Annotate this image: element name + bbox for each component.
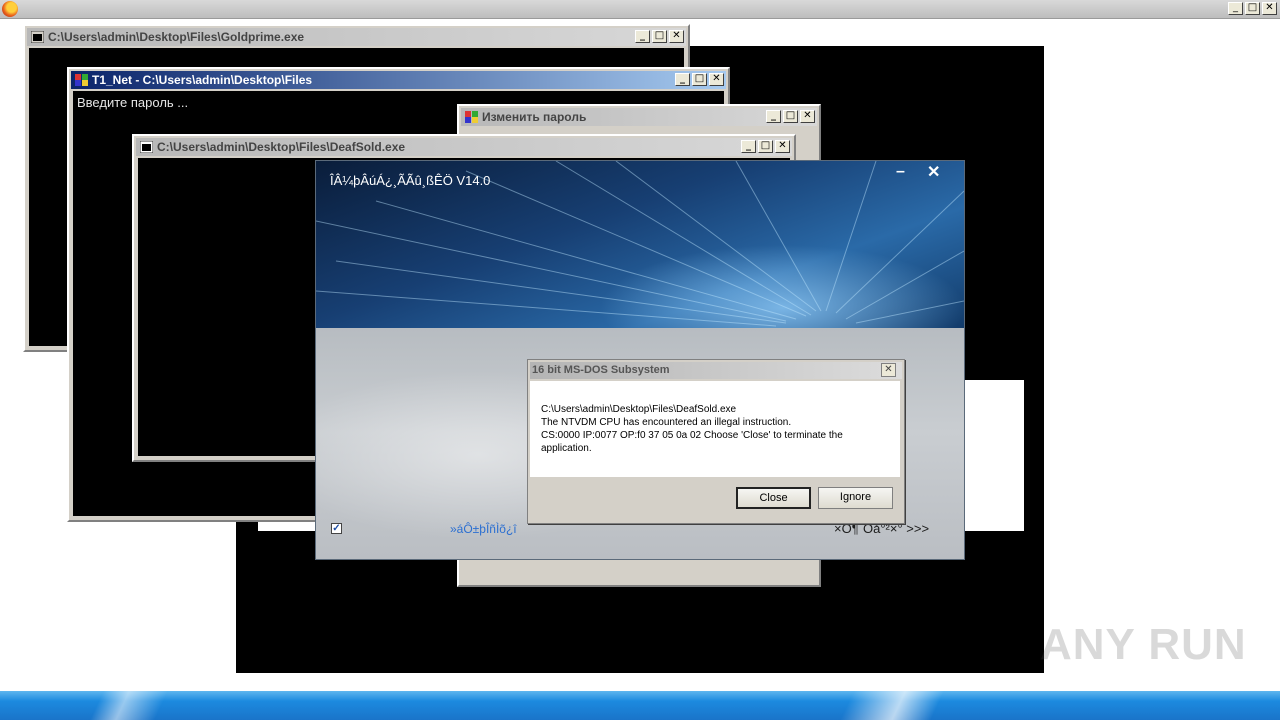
close-button[interactable]: ✕ xyxy=(709,73,724,86)
change-password-titlebar[interactable]: Изменить пароль _ □ ✕ xyxy=(461,108,817,126)
maximize-button[interactable]: □ xyxy=(692,73,707,86)
close-button[interactable]: Close xyxy=(736,487,811,509)
message-line: CS:0000 IP:0077 OP:f0 37 05 0a 02 Choose… xyxy=(541,430,843,454)
maximize-button[interactable]: □ xyxy=(652,30,667,43)
minimize-button[interactable]: _ xyxy=(741,140,756,153)
dialog-titlebar[interactable]: 16 bit MS-DOS Subsystem xyxy=(530,362,902,379)
dialog-message: C:\Users\admin\Desktop\Files\DeafSold.ex… xyxy=(541,403,886,455)
minimize-button[interactable]: _ xyxy=(766,110,781,123)
console-icon xyxy=(31,31,44,43)
maximize-button[interactable]: □ xyxy=(1245,2,1260,15)
close-button[interactable]: ✕ xyxy=(775,140,790,153)
anyrun-watermark: ANY RUN xyxy=(1040,612,1246,669)
goldprime-title: C:\Users\admin\Desktop\Files\Goldprime.e… xyxy=(48,30,305,44)
taskbar-shine xyxy=(0,691,1280,720)
message-line: C:\Users\admin\Desktop\Files\DeafSold.ex… xyxy=(541,404,737,415)
password-prompt: Введите пароль ... xyxy=(77,95,189,110)
app-icon xyxy=(465,111,478,123)
close-button[interactable]: ✕ xyxy=(669,30,684,43)
goldprime-titlebar[interactable]: C:\Users\admin\Desktop\Files\Goldprime.e… xyxy=(27,28,686,46)
taskbar xyxy=(0,691,1280,720)
installer-minimize-button[interactable]: – xyxy=(896,163,905,181)
minimize-button[interactable]: _ xyxy=(675,73,690,86)
maximize-button[interactable]: □ xyxy=(783,110,798,123)
watermark-text: ANY RUN xyxy=(1040,620,1247,669)
ignore-button[interactable]: Ignore xyxy=(818,487,893,509)
dos-icon xyxy=(140,141,153,153)
ntvdm-error-dialog[interactable]: 16 bit MS-DOS Subsystem ✕ C:\Users\admin… xyxy=(527,359,905,524)
firefox-icon[interactable] xyxy=(2,1,18,17)
deafsold-titlebar[interactable]: C:\Users\admin\Desktop\Files\DeafSold.ex… xyxy=(136,138,792,156)
message-line: The NTVDM CPU has encountered an illegal… xyxy=(541,417,792,428)
minimize-button[interactable]: _ xyxy=(635,30,650,43)
close-button[interactable]: ✕ xyxy=(800,110,815,123)
installer-close-button[interactable]: ✕ xyxy=(927,162,940,182)
dialog-message-area: C:\Users\admin\Desktop\Files\DeafSold.ex… xyxy=(530,381,900,477)
terms-link[interactable]: »áÔ±þÎñÌõ¿î xyxy=(450,522,517,536)
minimize-button[interactable]: _ xyxy=(1228,2,1243,15)
dialog-close-icon[interactable]: ✕ xyxy=(881,363,896,377)
deafsold-title: C:\Users\admin\Desktop\Files\DeafSold.ex… xyxy=(157,140,406,154)
app-icon xyxy=(75,74,88,86)
background-panel xyxy=(964,380,1024,531)
change-password-title: Изменить пароль xyxy=(482,110,587,124)
maximize-button[interactable]: □ xyxy=(758,140,773,153)
t1net-titlebar[interactable]: T1_Net - C:\Users\admin\Desktop\Files _ … xyxy=(71,71,726,89)
installer-banner: ÎÂ¼þÂúÁ¿¸ÃÃû¸ßÊÖ V14.0 – ✕ xyxy=(316,161,964,328)
browser-top-bar: _ □ ✕ xyxy=(0,0,1280,19)
t1net-title: T1_Net - C:\Users\admin\Desktop\Files xyxy=(92,73,313,87)
close-button[interactable]: ✕ xyxy=(1262,2,1277,15)
agreement-checkbox[interactable]: ✓ xyxy=(331,523,342,534)
installer-title: ÎÂ¼þÂúÁ¿¸ÃÃû¸ßÊÖ V14.0 xyxy=(330,173,491,188)
top-window-controls: _ □ ✕ xyxy=(1228,2,1277,15)
